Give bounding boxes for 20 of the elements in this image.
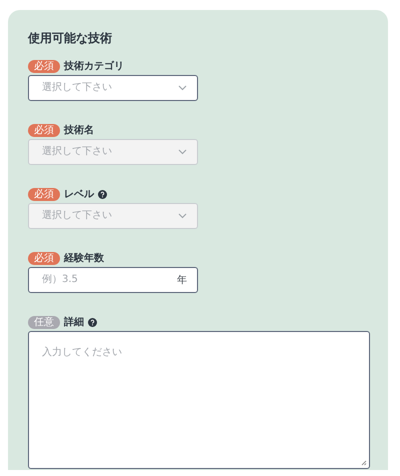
- required-badge: 必須: [28, 124, 60, 136]
- unit-label: 年: [177, 274, 187, 287]
- optional-badge: 任意: [28, 316, 60, 328]
- field-label: 技術名: [64, 124, 94, 137]
- field-label: 経験年数: [64, 252, 104, 265]
- field-label: 技術カテゴリ: [64, 60, 124, 73]
- resize-handle-icon[interactable]: [361, 460, 367, 466]
- select-field[interactable]: 選択して下さい: [28, 75, 198, 101]
- chevron-icon: [178, 149, 187, 155]
- text-area[interactable]: 入力してください: [28, 331, 370, 469]
- input-field[interactable]: 例）3.5 年: [28, 267, 198, 293]
- chevron-icon: [178, 213, 187, 219]
- field-label: 詳細: [64, 316, 84, 329]
- help-icon[interactable]: [88, 318, 97, 326]
- chevron-icon: [178, 85, 187, 91]
- required-badge: 必須: [28, 252, 60, 264]
- section-title: 使用可能な技術: [28, 30, 113, 47]
- required-badge: 必須: [28, 188, 60, 200]
- field-label: レベル: [64, 188, 94, 201]
- required-badge: 必須: [28, 60, 60, 72]
